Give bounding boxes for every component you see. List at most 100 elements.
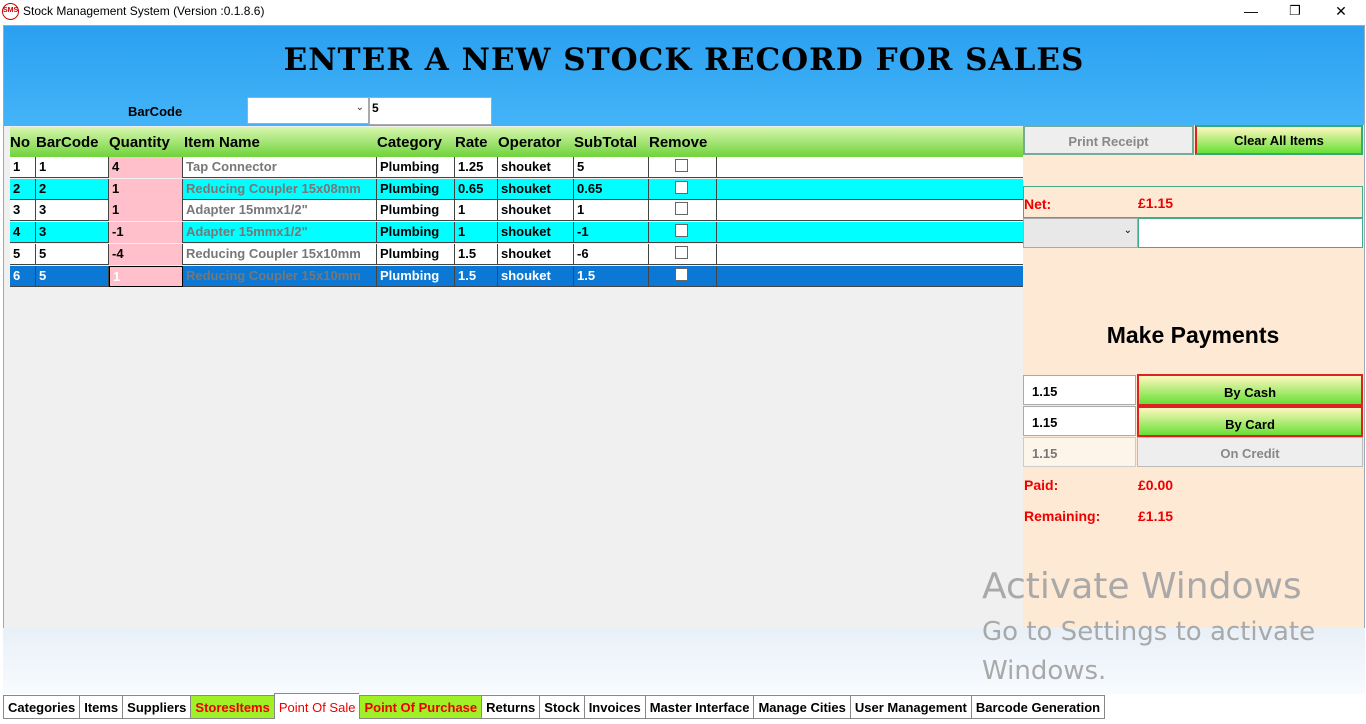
- cell-item-name[interactable]: Reducing Coupler 15x10mm: [183, 265, 377, 287]
- col-subtotal[interactable]: SubTotal: [574, 134, 637, 151]
- close-button[interactable]: ✕: [1318, 0, 1364, 24]
- cell-no[interactable]: 6: [10, 265, 36, 287]
- col-no[interactable]: No: [10, 134, 30, 151]
- cell-item-name[interactable]: Reducing Coupler 15x10mm: [183, 243, 377, 265]
- by-card-button[interactable]: By Card: [1137, 406, 1363, 437]
- credit-amount-input[interactable]: 1.15: [1023, 437, 1136, 467]
- tab-manage-cities[interactable]: Manage Cities: [753, 695, 850, 719]
- cell-quantity[interactable]: 1: [109, 178, 183, 200]
- cell-no[interactable]: 1: [10, 157, 36, 178]
- barcode-select[interactable]: ⌄: [247, 97, 369, 124]
- col-remove[interactable]: Remove: [649, 134, 707, 151]
- cell-operator[interactable]: shouket: [498, 200, 574, 222]
- print-receipt-button[interactable]: Print Receipt: [1023, 125, 1194, 155]
- cell-category[interactable]: Plumbing: [377, 265, 455, 287]
- by-cash-button[interactable]: By Cash: [1137, 374, 1363, 406]
- cell-quantity[interactable]: 4: [109, 157, 183, 178]
- remove-checkbox[interactable]: [675, 202, 688, 216]
- cell-rate[interactable]: 1.5: [455, 265, 498, 287]
- cell-category[interactable]: Plumbing: [377, 200, 455, 222]
- cell-barcode[interactable]: 1: [36, 157, 109, 178]
- cell-category[interactable]: Plumbing: [377, 178, 455, 200]
- table-row[interactable]: 3 3 1 Adapter 15mmx1/2" Plumbing 1 shouket 1: [10, 200, 1024, 222]
- remove-checkbox[interactable]: [675, 245, 688, 259]
- cell-category[interactable]: Plumbing: [377, 222, 455, 244]
- cell-subtotal[interactable]: -1: [574, 222, 649, 244]
- remove-checkbox[interactable]: [675, 224, 688, 238]
- cell-no[interactable]: 3: [10, 200, 36, 222]
- tab-categories[interactable]: Categories: [3, 695, 80, 719]
- cash-amount-input[interactable]: 1.15: [1023, 375, 1136, 405]
- cell-operator[interactable]: shouket: [498, 222, 574, 244]
- tab-barcode-generation[interactable]: Barcode Generation: [970, 695, 1106, 719]
- col-rate[interactable]: Rate: [455, 134, 488, 151]
- cell-barcode[interactable]: 5: [36, 265, 109, 287]
- col-item-name[interactable]: Item Name: [184, 134, 260, 151]
- cell-rate[interactable]: 1.5: [455, 243, 498, 265]
- table-row[interactable]: 2 2 1 Reducing Coupler 15x08mm Plumbing 0.65 s…: [10, 178, 1024, 200]
- card-amount-input[interactable]: 1.15: [1023, 406, 1136, 436]
- cell-item-name[interactable]: Reducing Coupler 15x08mm: [183, 178, 377, 200]
- tab-master-interface[interactable]: Master Interface: [644, 695, 754, 719]
- cell-rate[interactable]: 0.65: [455, 178, 498, 200]
- minimize-button[interactable]: —: [1228, 0, 1274, 24]
- sales-grid: No BarCode Quantity Item Name Category R…: [10, 127, 1024, 653]
- tab-suppliers[interactable]: Suppliers: [122, 695, 191, 719]
- cell-barcode[interactable]: 3: [36, 200, 109, 222]
- table-row[interactable]: 4 3 -1 Adapter 15mmx1/2" Plumbing 1 shouket -1: [10, 222, 1024, 244]
- tab-point-of-sale[interactable]: Point Of Sale: [273, 693, 360, 719]
- cell-operator[interactable]: shouket: [498, 243, 574, 265]
- remove-checkbox[interactable]: [675, 180, 688, 194]
- cell-quantity[interactable]: 1: [109, 265, 183, 287]
- cell-rate[interactable]: 1: [455, 222, 498, 244]
- table-row[interactable]: 5 5 -4 Reducing Coupler 15x10mm Plumbing 1.5 s…: [10, 243, 1024, 265]
- tab-stock[interactable]: Stock: [539, 695, 584, 719]
- net-label: Net:: [1024, 196, 1052, 212]
- payment-method-select[interactable]: ⌄: [1023, 218, 1138, 248]
- cell-barcode[interactable]: 2: [36, 178, 109, 200]
- cell-operator[interactable]: shouket: [498, 178, 574, 200]
- cell-no[interactable]: 5: [10, 243, 36, 265]
- cell-subtotal[interactable]: 1: [574, 200, 649, 222]
- cell-quantity[interactable]: 1: [109, 200, 183, 222]
- table-row[interactable]: 1 1 4 Tap Connector Plumbing 1.25 shouket 5: [10, 157, 1024, 178]
- cell-subtotal[interactable]: 1.5: [574, 265, 649, 287]
- cell-operator[interactable]: shouket: [498, 265, 574, 287]
- cell-quantity[interactable]: -1: [109, 222, 183, 244]
- tab-returns[interactable]: Returns: [481, 695, 540, 719]
- cell-subtotal[interactable]: 0.65: [574, 178, 649, 200]
- cell-no[interactable]: 4: [10, 222, 36, 244]
- tab-invoices[interactable]: Invoices: [583, 695, 645, 719]
- cell-subtotal[interactable]: -6: [574, 243, 649, 265]
- col-quantity[interactable]: Quantity: [109, 134, 170, 151]
- clear-all-items-button[interactable]: Clear All Items: [1195, 125, 1363, 155]
- restore-button[interactable]: ❐: [1272, 0, 1318, 24]
- col-barcode[interactable]: BarCode: [36, 134, 99, 151]
- col-category[interactable]: Category: [377, 134, 442, 151]
- cell-no[interactable]: 2: [10, 178, 36, 200]
- cell-category[interactable]: Plumbing: [377, 157, 455, 178]
- tab-items[interactable]: Items: [79, 695, 123, 719]
- on-credit-button[interactable]: On Credit: [1137, 437, 1363, 467]
- cell-rate[interactable]: 1: [455, 200, 498, 222]
- col-operator[interactable]: Operator: [498, 134, 561, 151]
- remove-checkbox[interactable]: [675, 159, 688, 172]
- cell-operator[interactable]: shouket: [498, 157, 574, 178]
- cell-item-name[interactable]: Adapter 15mmx1/2": [183, 200, 377, 222]
- cell-item-name[interactable]: Tap Connector: [183, 157, 377, 178]
- cell-rate[interactable]: 1.25: [455, 157, 498, 178]
- barcode-input[interactable]: 5: [369, 97, 492, 125]
- table-row[interactable]: 6 5 1 Reducing Coupler 15x10mm Plumbing 1.5 sh…: [10, 265, 1024, 287]
- tab-point-of-purchase[interactable]: Point Of Purchase: [359, 695, 482, 719]
- cell-barcode[interactable]: 3: [36, 222, 109, 244]
- cell-item-name[interactable]: Adapter 15mmx1/2": [183, 222, 377, 244]
- payment-note-input[interactable]: [1138, 218, 1363, 248]
- cell-quantity[interactable]: -4: [109, 243, 183, 265]
- cell-barcode[interactable]: 5: [36, 243, 109, 265]
- cell-category[interactable]: Plumbing: [377, 243, 455, 265]
- cell-subtotal[interactable]: 5: [574, 157, 649, 178]
- title-bar: SMS Stock Management System (Version :0.…: [0, 0, 1366, 24]
- remove-checkbox[interactable]: [675, 267, 688, 281]
- tab-user-management[interactable]: User Management: [849, 695, 971, 719]
- tab-storesitems[interactable]: StoresItems: [190, 695, 274, 719]
